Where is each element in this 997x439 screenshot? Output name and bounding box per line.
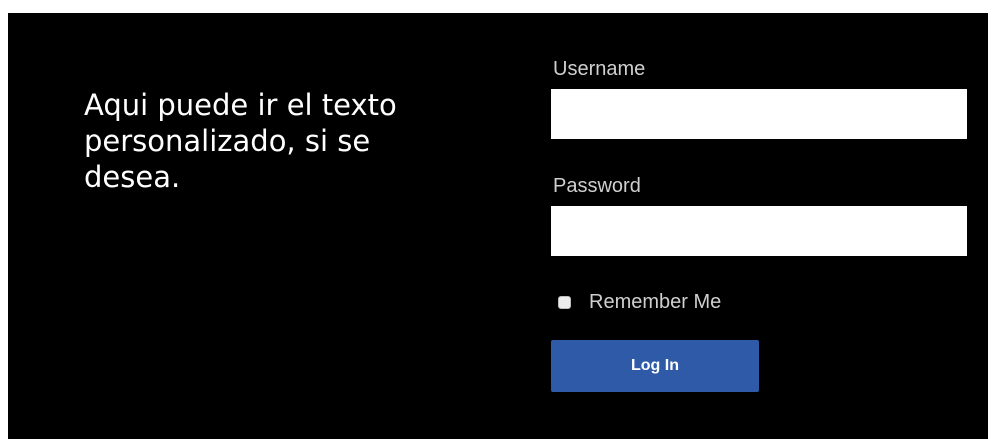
remember-me-label[interactable]: Remember Me <box>589 290 721 314</box>
username-label: Username <box>553 58 646 80</box>
login-form: Username Password Remember Me Log In <box>551 13 971 439</box>
login-page: Aqui puede ir el texto personalizado, si… <box>8 13 988 439</box>
custom-message: Aqui puede ir el texto personalizado, si… <box>84 88 397 194</box>
remember-me-row[interactable]: Remember Me <box>558 289 721 315</box>
password-input[interactable] <box>551 206 967 256</box>
remember-me-checkbox[interactable] <box>558 295 571 309</box>
log-in-button[interactable]: Log In <box>551 340 759 392</box>
password-label: Password <box>553 175 641 197</box>
username-input[interactable] <box>551 89 967 139</box>
